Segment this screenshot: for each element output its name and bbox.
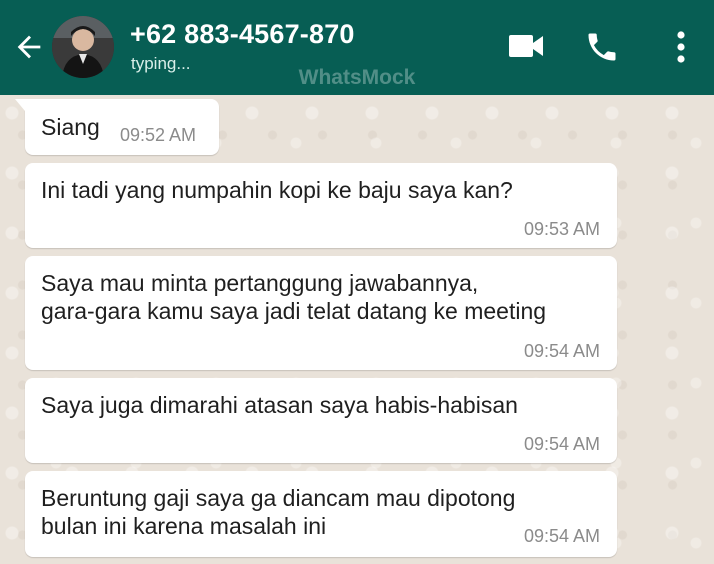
bubble-tail xyxy=(15,99,25,111)
contact-name[interactable]: +62 883-4567-870 xyxy=(130,19,355,50)
video-call-icon[interactable] xyxy=(508,33,544,59)
phone-icon[interactable] xyxy=(584,29,620,65)
message-time: 09:53 AM xyxy=(523,219,600,239)
message-text: Saya mau minta pertanggung jawabannya, g… xyxy=(41,270,547,324)
message-bubble[interactable]: Ini tadi yang numpahin kopi ke baju saya… xyxy=(25,163,617,248)
message-text: Siang xyxy=(41,114,100,140)
back-arrow-icon[interactable] xyxy=(12,30,46,64)
message-time: 09:54 AM xyxy=(523,526,600,546)
message-bubble[interactable]: Saya juga dimarahi atasan saya habis-hab… xyxy=(25,378,617,463)
chat-header: +62 883-4567-870 typing... WhatsMock xyxy=(0,0,714,95)
watermark: WhatsMock xyxy=(298,66,416,89)
message-text: Beruntung gaji saya ga diancam mau dipot… xyxy=(41,485,516,539)
message-bubble[interactable]: Beruntung gaji saya ga diancam mau dipot… xyxy=(25,471,617,557)
message-text: Ini tadi yang numpahin kopi ke baju saya… xyxy=(41,177,513,203)
message-bubble[interactable]: Saya mau minta pertanggung jawabannya, g… xyxy=(25,256,617,370)
more-vert-icon[interactable] xyxy=(670,28,692,66)
message-text: Saya juga dimarahi atasan saya habis-hab… xyxy=(41,392,518,418)
message-bubble[interactable]: Siang 09:52 AM xyxy=(15,99,219,155)
message-time: 09:54 AM xyxy=(523,341,600,361)
message-time: 09:52 AM xyxy=(120,125,197,145)
message-time: 09:54 AM xyxy=(523,434,600,454)
